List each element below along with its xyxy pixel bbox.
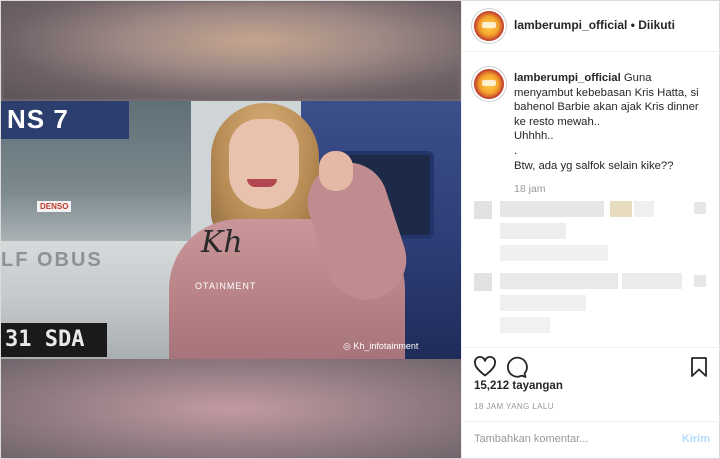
post-media[interactable]: NS 7 DENSO LF OBUS 31 SDA Kh OTAINMENT ◎… [1,1,461,458]
comment-icon[interactable] [504,355,528,379]
car-logo-text: LF OBUS [1,249,103,271]
tv-sign: NS 7 [1,101,129,139]
comment-blurred [634,201,654,217]
denso-sign: DENSO [37,201,72,212]
person-face [229,119,299,209]
add-comment-bar: Kirim [462,421,720,459]
comment-avatar-blurred [474,273,492,291]
person-smile [247,179,277,187]
comment-blurred [500,201,604,217]
caption-text: lamberumpi_official Guna menyambut kebeb… [514,71,710,173]
header-username[interactable]: lamberumpi_official [514,18,627,32]
post-header: lamberumpi_official • Diikuti [462,1,720,52]
avatar-logo-icon [482,22,496,28]
tv-sign-text: NS 7 [7,104,69,134]
post-side-panel: lamberumpi_official • Diikuti lamberumpi… [461,1,720,458]
caption-username[interactable]: lamberumpi_official [514,72,621,84]
header-separator: • [630,18,635,32]
comment-like-blurred [694,202,706,214]
caption-and-comments: lamberumpi_official Guna menyambut kebeb… [462,51,720,348]
avatar-logo-icon [482,80,496,86]
caption-line: Btw, ada yg salfok selain kike?? [514,159,674,172]
comment-blurred [610,201,632,217]
video-frame[interactable]: NS 7 DENSO LF OBUS 31 SDA Kh OTAINMENT ◎… [1,101,461,359]
post-comment-button[interactable]: Kirim [682,433,710,445]
header-line: lamberumpi_official • Diikuti [514,18,675,32]
comment-blurred [622,273,682,289]
comment-like-blurred [694,275,706,287]
comment-blurred [500,273,618,289]
bookmark-icon[interactable] [687,355,711,379]
person-hand [319,151,353,191]
post-timestamp: 18 JAM YANG LALU [474,402,554,411]
caption-avatar[interactable] [474,69,504,99]
comment-blurred [500,317,550,333]
account-avatar[interactable] [474,11,504,41]
caption-line: Uhhhh.. [514,130,554,143]
comment-avatar-blurred [474,201,492,219]
view-count[interactable]: 15,212 tayangan [474,380,563,392]
instagram-post-window: NS 7 DENSO LF OBUS 31 SDA Kh OTAINMENT ◎… [0,0,720,459]
comment-blurred [500,295,586,311]
watermark-corner: ◎ Kh_infotainment [343,341,419,351]
license-plate: 31 SDA [1,323,107,357]
caption-line: . [514,144,518,157]
comment-input[interactable] [474,433,669,445]
caption-timestamp: 18 jam [514,183,546,195]
video-blur-top [1,1,461,101]
video-blur-bottom [1,359,461,458]
watermark-logo: Kh [201,225,243,260]
comment-blurred [500,245,608,261]
watermark-subtext: OTAINMENT [195,281,257,291]
heart-icon[interactable] [473,355,497,379]
post-actions: 15,212 tayangan 18 JAM YANG LALU Kirim [462,347,720,458]
comment-blurred [500,223,566,239]
follow-status-button[interactable]: Diikuti [638,18,675,32]
